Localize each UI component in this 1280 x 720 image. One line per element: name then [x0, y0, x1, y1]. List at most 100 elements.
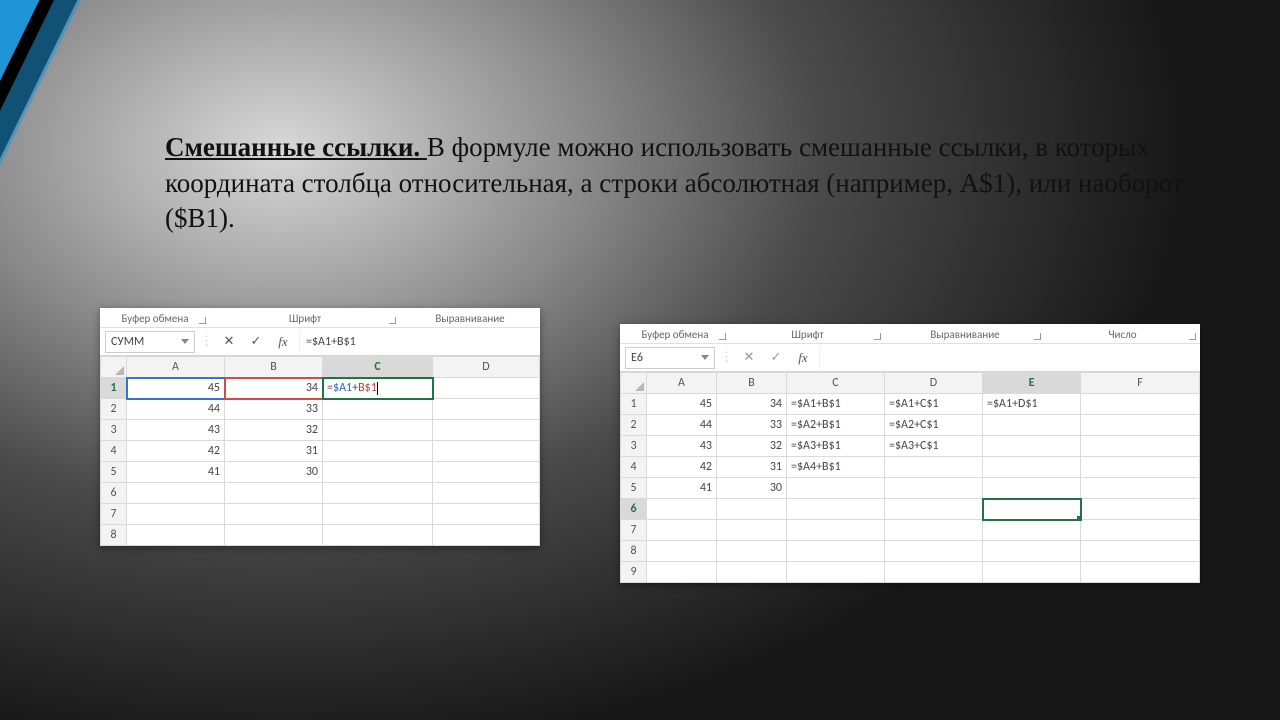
cell[interactable]: 34	[717, 394, 787, 415]
formula-input[interactable]	[819, 347, 1195, 369]
name-box[interactable]: E6	[625, 347, 715, 369]
cell[interactable]	[1081, 562, 1200, 583]
cell[interactable]	[433, 525, 540, 546]
col-header[interactable]: A	[647, 373, 717, 394]
grid[interactable]: A B C D 1 45 34 =$A1+B$1 24433 34332 442…	[100, 356, 540, 546]
formula-input[interactable]: =$A1+B$1	[299, 331, 535, 353]
cell[interactable]: 31	[225, 441, 323, 462]
cell[interactable]: 32	[225, 420, 323, 441]
cell[interactable]: 30	[225, 462, 323, 483]
row-header[interactable]: 1	[101, 378, 127, 399]
cell[interactable]: 41	[647, 478, 717, 499]
cell[interactable]	[983, 541, 1081, 562]
cell[interactable]	[983, 436, 1081, 457]
fx-icon[interactable]: fx	[792, 347, 814, 369]
cell[interactable]	[225, 483, 323, 504]
cell[interactable]	[323, 525, 433, 546]
select-all-corner[interactable]	[101, 357, 127, 378]
cell[interactable]	[323, 483, 433, 504]
cell[interactable]	[787, 541, 885, 562]
col-header[interactable]: C	[787, 373, 885, 394]
fx-icon[interactable]: fx	[272, 331, 294, 353]
row-header[interactable]: 7	[101, 504, 127, 525]
cell-selected[interactable]	[983, 499, 1081, 520]
col-header[interactable]: C	[323, 357, 433, 378]
row-header[interactable]: 2	[621, 415, 647, 436]
row-header[interactable]: 4	[621, 457, 647, 478]
cell[interactable]	[787, 520, 885, 541]
cell[interactable]	[1081, 457, 1200, 478]
cell[interactable]: 32	[717, 436, 787, 457]
cell[interactable]	[647, 562, 717, 583]
cell[interactable]: 43	[647, 436, 717, 457]
cell[interactable]	[127, 504, 225, 525]
col-header[interactable]: A	[127, 357, 225, 378]
cell[interactable]	[1081, 541, 1200, 562]
cell[interactable]: =$A2+C$1	[885, 415, 983, 436]
cell[interactable]: 45	[647, 394, 717, 415]
cell[interactable]: 33	[717, 415, 787, 436]
cell[interactable]: 44	[127, 399, 225, 420]
name-box[interactable]: СУММ	[105, 331, 195, 353]
cell[interactable]: 45	[127, 378, 225, 399]
row-header[interactable]: 5	[101, 462, 127, 483]
row-header[interactable]: 8	[621, 541, 647, 562]
cell[interactable]: 44	[647, 415, 717, 436]
cell[interactable]	[885, 457, 983, 478]
cell[interactable]	[127, 525, 225, 546]
row-header[interactable]: 8	[101, 525, 127, 546]
cell[interactable]: 34	[225, 378, 323, 399]
cell[interactable]	[323, 462, 433, 483]
row-header[interactable]: 1	[621, 394, 647, 415]
cell[interactable]	[433, 462, 540, 483]
cell[interactable]	[983, 520, 1081, 541]
cell[interactable]: =$A1+D$1	[983, 394, 1081, 415]
cell[interactable]	[885, 499, 983, 520]
cell[interactable]	[983, 562, 1081, 583]
cell[interactable]	[885, 562, 983, 583]
cell[interactable]: =$A3+B$1	[787, 436, 885, 457]
row-header[interactable]: 6	[621, 499, 647, 520]
cell[interactable]	[717, 499, 787, 520]
col-header[interactable]: E	[983, 373, 1081, 394]
cell[interactable]	[323, 399, 433, 420]
select-all-corner[interactable]	[621, 373, 647, 394]
cell[interactable]	[433, 420, 540, 441]
cell[interactable]	[225, 525, 323, 546]
cell[interactable]	[717, 562, 787, 583]
cell[interactable]	[885, 520, 983, 541]
cell[interactable]	[983, 457, 1081, 478]
cell-editing[interactable]: =$A1+B$1	[323, 378, 433, 399]
cell[interactable]: 43	[127, 420, 225, 441]
cell[interactable]	[647, 541, 717, 562]
cell[interactable]	[433, 399, 540, 420]
cell[interactable]: 41	[127, 462, 225, 483]
row-header[interactable]: 3	[621, 436, 647, 457]
cell[interactable]	[1081, 415, 1200, 436]
cell[interactable]: =$A3+C$1	[885, 436, 983, 457]
cell[interactable]: =$A1+C$1	[885, 394, 983, 415]
cell[interactable]: 30	[717, 478, 787, 499]
cell[interactable]	[433, 378, 540, 399]
cell[interactable]: 42	[127, 441, 225, 462]
enter-icon[interactable]: ✓	[245, 331, 267, 353]
row-header[interactable]: 5	[621, 478, 647, 499]
row-header[interactable]: 7	[621, 520, 647, 541]
grid[interactable]: A B C D E F 14534=$A1+B$1=$A1+C$1=$A1+D$…	[620, 372, 1200, 583]
cell[interactable]	[647, 520, 717, 541]
cell[interactable]	[323, 504, 433, 525]
row-header[interactable]: 6	[101, 483, 127, 504]
col-header[interactable]: B	[717, 373, 787, 394]
cell[interactable]	[433, 483, 540, 504]
cell[interactable]	[983, 415, 1081, 436]
cell[interactable]	[1081, 478, 1200, 499]
cell[interactable]	[433, 441, 540, 462]
cell[interactable]	[787, 499, 885, 520]
row-header[interactable]: 4	[101, 441, 127, 462]
cell[interactable]	[1081, 520, 1200, 541]
cell[interactable]: 31	[717, 457, 787, 478]
cell[interactable]	[717, 520, 787, 541]
cell[interactable]: =$A4+B$1	[787, 457, 885, 478]
row-header[interactable]: 9	[621, 562, 647, 583]
col-header[interactable]: D	[433, 357, 540, 378]
